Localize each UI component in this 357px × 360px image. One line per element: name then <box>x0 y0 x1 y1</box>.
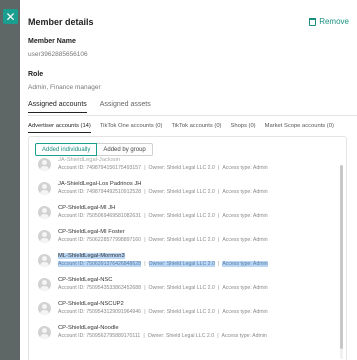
account-id: Account ID: 7509543533863452688 <box>58 285 142 291</box>
added-individually-button[interactable]: Added individually <box>35 143 98 156</box>
account-id: Account ID: 7505069469581082631 <box>58 213 142 219</box>
remove-label: Remove <box>319 17 349 26</box>
role-label: Role <box>28 71 44 78</box>
access-type: Access type: Admin <box>222 261 268 267</box>
avatar <box>38 206 51 219</box>
account-name: ML-ShieldLegal-Mormon3 <box>58 253 125 259</box>
account-owner: Owner: Shield Legal LLC 2.0 <box>148 189 215 195</box>
access-type: Access type: Admin <box>222 285 268 291</box>
close-drawer-button[interactable]: ✕ <box>3 9 18 24</box>
overlay-backdrop[interactable] <box>0 0 20 360</box>
access-type: Access type: Admin <box>222 189 268 195</box>
list-item[interactable]: CP-ShieldLegal-NSC Account ID: 750954353… <box>29 273 341 297</box>
account-id: Account ID: 7506391376426848628 <box>58 261 142 267</box>
access-type: Access type: Admin <box>222 165 268 171</box>
account-name: JA-ShieldLegal-Los Padrinos JH <box>58 181 142 187</box>
list-item[interactable]: JA-ShieldLegal-Los Padrinos JH Account I… <box>29 177 341 201</box>
list-item-selected[interactable]: ML-ShieldLegal-Mormon3 Account ID: 75063… <box>29 249 341 273</box>
avatar <box>38 254 51 267</box>
subtab-tiktok-accounts[interactable]: TikTok accounts (0) <box>171 123 221 133</box>
accounts-list[interactable]: JA-ShieldLegal-Jackson Account ID: 74987… <box>29 153 341 345</box>
account-name: CP-ShieldLegal-NSC <box>58 277 113 283</box>
tab-assigned-accounts[interactable]: Assigned accounts <box>28 101 87 113</box>
account-owner: Owner: Shield Legal LLC 2.0 <box>148 309 215 315</box>
account-name: CP-ShieldLegal-NSCUP2 <box>58 301 124 307</box>
close-icon: ✕ <box>5 9 16 24</box>
access-type: Access type: Admin <box>222 213 268 219</box>
remove-button[interactable]: Remove <box>309 17 349 26</box>
subtab-advertiser-accounts[interactable]: Advertiser accounts (14) <box>28 123 91 133</box>
account-owner: Owner: Shield Legal LLC 2.0 <box>148 213 215 219</box>
account-id: Account ID: 7498794492510912528 <box>58 189 142 195</box>
account-name: CP-ShieldLegal-MI JH <box>58 205 116 211</box>
scrollbar-thumb[interactable] <box>340 165 343 349</box>
avatar <box>38 326 51 339</box>
account-owner: Owner: Shield Legal LLC 2.0 <box>148 261 215 267</box>
list-item[interactable]: JA-ShieldLegal-Jackson Account ID: 74987… <box>29 153 341 177</box>
account-id: Account ID: 7509562795889170111 <box>58 333 141 339</box>
account-name: CP-ShieldLegal-Noodle <box>58 325 119 331</box>
account-owner: Owner: Shield Legal LLC 2.0 <box>148 237 215 243</box>
avatar <box>38 182 51 195</box>
list-item[interactable]: CP-ShieldLegal-Noodle Account ID: 750956… <box>29 321 341 345</box>
list-item[interactable]: CP-ShieldLegal-NSCUP2 Account ID: 750954… <box>29 297 341 321</box>
member-name-value: user3962885656106 <box>28 51 88 58</box>
avatar <box>38 278 51 291</box>
list-item[interactable]: CP-ShieldLegal-MI Foster Account ID: 750… <box>29 225 341 249</box>
added-by-group-button[interactable]: Added by group <box>97 143 153 156</box>
main-tabs: Assigned accounts Assigned assets <box>28 101 151 113</box>
list-item[interactable]: CP-ShieldLegal-MI JH Account ID: 7505069… <box>29 201 341 225</box>
tabs-divider <box>28 115 357 116</box>
add-method-toggle: Added individually Added by group <box>35 143 153 156</box>
account-id: Account ID: 7498794156175493157 <box>58 165 142 171</box>
account-owner: Owner: Shield Legal LLC 2.0 <box>147 333 215 339</box>
avatar <box>38 302 51 315</box>
avatar <box>38 230 51 243</box>
access-type: Access type: Admin <box>221 333 267 339</box>
member-name-label: Member Name <box>28 38 76 45</box>
account-id: Account ID: 7509543129091964946 <box>58 309 142 315</box>
subtab-shops[interactable]: Shops (0) <box>230 123 255 133</box>
account-type-tabs: Advertiser accounts (14) TikTok One acco… <box>28 123 334 133</box>
trash-icon <box>309 17 317 26</box>
account-id: Account ID: 7506228577998897160 <box>58 237 142 243</box>
member-details-drawer: Member details Remove Member Name user39… <box>20 0 357 360</box>
account-owner: Owner: Shield Legal LLC 2.0 <box>148 285 215 291</box>
account-owner: Owner: Shield Legal LLC 2.0 <box>148 165 215 171</box>
avatar <box>38 158 51 171</box>
subtab-market-scope-accounts[interactable]: Market Scope accounts (0) <box>265 123 334 133</box>
access-type: Access type: Admin <box>222 237 268 243</box>
subtab-tiktok-one-accounts[interactable]: TikTok One accounts (0) <box>100 123 163 133</box>
role-value: Admin, Finance manager <box>28 84 101 91</box>
access-type: Access type: Admin <box>222 309 268 315</box>
accounts-list-container: JA-ShieldLegal-Jackson Account ID: 74987… <box>28 136 347 360</box>
drawer-title: Member details <box>28 17 94 27</box>
account-name: CP-ShieldLegal-MI Foster <box>58 229 125 235</box>
tab-assigned-assets[interactable]: Assigned assets <box>100 101 151 113</box>
